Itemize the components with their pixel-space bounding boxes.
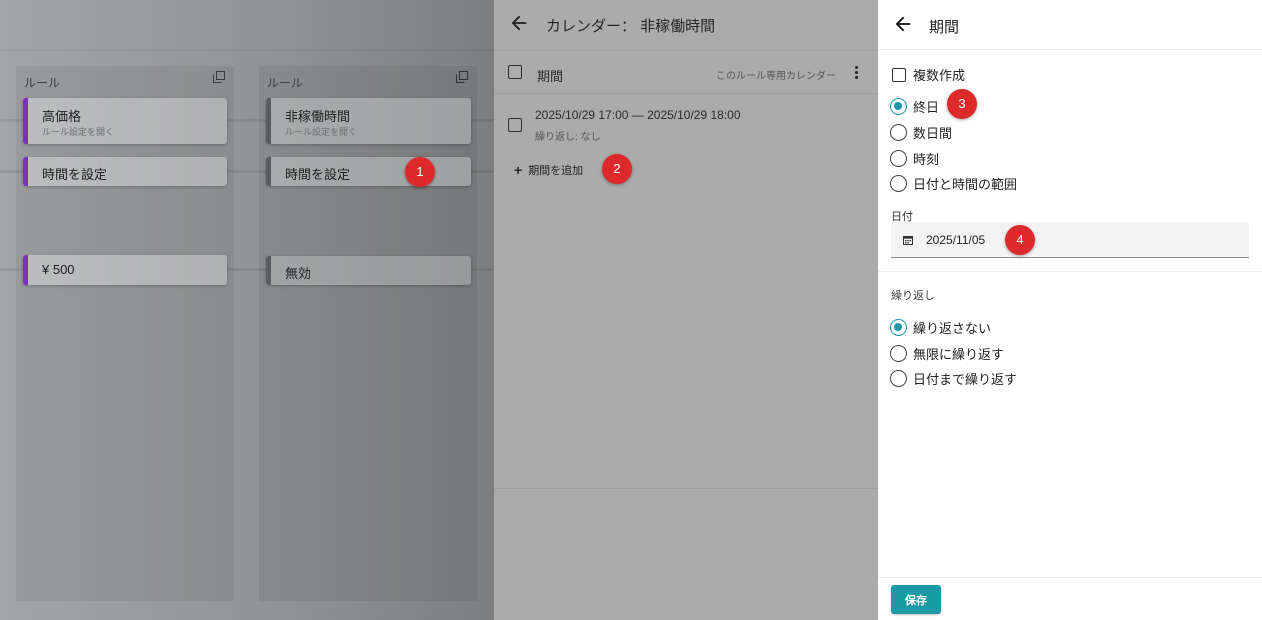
rule-color-bar bbox=[266, 98, 271, 144]
period-list-header: 期間 このルール専用カレンダー bbox=[494, 50, 878, 94]
divider bbox=[878, 577, 1262, 578]
radio-button[interactable] bbox=[890, 369, 907, 387]
rule-card[interactable]: 非稼働時間 ルール設定を開く bbox=[266, 98, 471, 144]
rule-card-title: 非稼働時間 bbox=[285, 109, 351, 124]
calendar-title: カレンダー： 非稼働時間 bbox=[546, 18, 716, 35]
copy-icon[interactable] bbox=[456, 71, 468, 83]
rule-card[interactable]: 無効 bbox=[266, 256, 471, 285]
rule-card[interactable]: 時間を設定 bbox=[266, 157, 471, 186]
multi-create-checkbox-row[interactable]: 複数作成 bbox=[892, 65, 965, 84]
period-datetime: 2025/10/29 17:00 — 2025/10/29 18:00 bbox=[535, 108, 741, 122]
radio-multi-day[interactable]: 数日間 bbox=[890, 122, 952, 142]
rule-card-title: 時間を設定 bbox=[285, 167, 351, 182]
board-top-divider bbox=[0, 50, 494, 51]
rule-color-bar bbox=[23, 157, 28, 186]
rule-card-title: ¥ 500 bbox=[42, 262, 75, 277]
radio-label: 繰り返さない bbox=[913, 320, 992, 336]
add-period-label: 期間を追加 bbox=[528, 165, 584, 177]
radio-date-time-range[interactable]: 日付と時間の範囲 bbox=[890, 173, 1017, 193]
radio-no-repeat[interactable]: 繰り返さない bbox=[890, 317, 991, 337]
rule-card-subtitle: ルール設定を開く bbox=[42, 127, 115, 137]
radio-label: 日付まで繰り返す bbox=[913, 371, 1018, 387]
multi-create-label: 複数作成 bbox=[913, 68, 966, 83]
date-input[interactable]: 2025/11/05 bbox=[891, 222, 1249, 258]
radio-time[interactable]: 時刻 bbox=[890, 148, 939, 168]
period-list-label: 期間 bbox=[537, 69, 564, 84]
more-vert-icon[interactable] bbox=[852, 65, 860, 81]
radio-button[interactable] bbox=[890, 318, 907, 336]
date-value: 2025/11/05 bbox=[926, 233, 986, 247]
period-editor-panel: 期間 複数作成 終日 数日間 時刻 日付と時間の範囲 日付 2025/11/05… bbox=[878, 0, 1262, 620]
annotation-marker: 2 bbox=[602, 154, 632, 184]
editor-title: 期間 bbox=[929, 19, 960, 36]
calendar-panel: カレンダー： 非稼働時間 期間 このルール専用カレンダー 2025/10/29 … bbox=[494, 0, 878, 620]
plus-icon: + bbox=[514, 162, 523, 178]
column-title: ルール bbox=[24, 76, 61, 90]
period-repeat: 繰り返し: なし bbox=[535, 132, 601, 143]
rule-color-bar bbox=[266, 256, 271, 285]
save-button[interactable]: 保存 bbox=[891, 585, 941, 614]
radio-repeat-forever[interactable]: 無限に繰り返す bbox=[890, 343, 1004, 363]
rule-card[interactable]: 時間を設定 bbox=[23, 157, 227, 186]
radio-label: 数日間 bbox=[913, 125, 953, 141]
annotation-marker: 4 bbox=[1005, 225, 1035, 255]
divider bbox=[494, 488, 878, 489]
rule-board: ルール 高価格 ルール設定を開く 時間を設定 ¥ 500 ルール 非稼働時間 ル… bbox=[0, 0, 494, 620]
radio-label: 終日 bbox=[913, 99, 940, 115]
divider bbox=[878, 271, 1262, 272]
annotation-marker: 1 bbox=[405, 157, 435, 187]
calendar-scope-text: このルール専用カレンダー bbox=[716, 71, 836, 82]
radio-button[interactable] bbox=[890, 123, 907, 141]
rule-column: ルール bbox=[259, 66, 477, 601]
copy-icon[interactable] bbox=[213, 71, 225, 83]
add-period-button[interactable]: + 期間を追加 bbox=[514, 160, 583, 180]
arrow-left-icon[interactable] bbox=[508, 12, 530, 34]
rule-card-title: 時間を設定 bbox=[42, 167, 108, 182]
rule-card[interactable]: 高価格 ルール設定を開く bbox=[23, 98, 227, 144]
rule-color-bar bbox=[23, 98, 28, 144]
calendar-header: カレンダー： 非稼働時間 bbox=[494, 0, 878, 48]
calendar-icon bbox=[903, 236, 913, 245]
rule-card-title: 高価格 bbox=[42, 109, 82, 124]
radio-button[interactable] bbox=[890, 174, 907, 192]
radio-repeat-until[interactable]: 日付まで繰り返す bbox=[890, 368, 1017, 388]
radio-button[interactable] bbox=[890, 97, 907, 115]
rule-color-bar bbox=[266, 157, 271, 186]
rule-color-bar bbox=[23, 255, 28, 285]
repeat-section-label: 繰り返し bbox=[891, 290, 935, 302]
radio-button[interactable] bbox=[890, 149, 907, 167]
multi-create-checkbox[interactable] bbox=[892, 67, 906, 82]
rule-card[interactable]: ¥ 500 bbox=[23, 255, 227, 285]
column-title: ルール bbox=[267, 76, 304, 90]
radio-button[interactable] bbox=[890, 344, 907, 362]
radio-label: 無限に繰り返す bbox=[913, 346, 1005, 362]
radio-all-day[interactable]: 終日 bbox=[890, 96, 939, 116]
select-all-checkbox[interactable] bbox=[508, 65, 522, 79]
radio-label: 日付と時間の範囲 bbox=[913, 176, 1018, 192]
arrow-left-icon[interactable] bbox=[892, 13, 914, 35]
annotation-marker: 3 bbox=[947, 89, 977, 119]
rule-column: ルール bbox=[16, 66, 234, 601]
radio-label: 時刻 bbox=[913, 151, 940, 167]
editor-header: 期間 bbox=[878, 0, 1262, 50]
period-checkbox[interactable] bbox=[508, 118, 522, 132]
rule-card-title: 無効 bbox=[285, 266, 312, 281]
rule-card-subtitle: ルール設定を開く bbox=[285, 127, 358, 137]
period-row[interactable]: 2025/10/29 17:00 — 2025/10/29 18:00 繰り返し… bbox=[494, 100, 878, 146]
